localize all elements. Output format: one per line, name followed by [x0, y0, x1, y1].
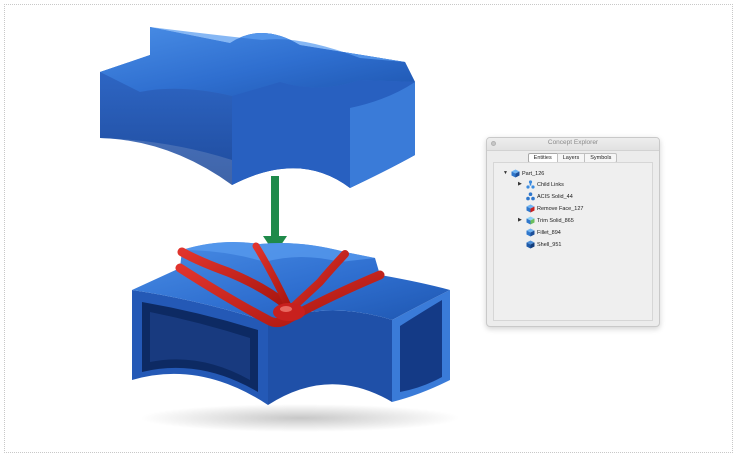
child-links-icon: [526, 180, 535, 189]
shell-icon: [526, 240, 535, 249]
tree-item-shell[interactable]: Shell_951: [494, 240, 652, 250]
disclosure-triangle-expanded-icon[interactable]: ▼: [503, 170, 508, 176]
tree-item-fillet[interactable]: Fillet_894: [494, 228, 652, 238]
tree-item-label: ACIS Solid_44: [537, 194, 573, 200]
window-titlebar[interactable]: Concept Explorer: [487, 138, 659, 151]
model-shadow: [140, 404, 460, 432]
direction-arrow-icon: [263, 176, 287, 254]
entity-tree-panel: ▼ Part_126 ▶ Child Links ACIS Solid_44 R…: [493, 162, 653, 321]
fillet-icon: [526, 228, 535, 237]
tree-item-label: Part_126: [522, 171, 545, 177]
tree-item-part[interactable]: ▼ Part_126: [494, 169, 652, 179]
remove-face-icon: [526, 204, 535, 213]
part-icon: [511, 169, 520, 178]
disclosure-triangle-collapsed-icon[interactable]: ▶: [518, 217, 522, 223]
tree-item-label: Child Links: [537, 182, 564, 188]
result-solid[interactable]: [132, 242, 450, 405]
concept-explorer-window[interactable]: Concept Explorer Entities Layers Symbols ▼…: [486, 137, 660, 327]
tree-item-label: Fillet_894: [537, 230, 561, 236]
tree-item-remove-face[interactable]: Remove Face_127: [494, 204, 652, 214]
source-solid[interactable]: [100, 27, 415, 188]
disclosure-triangle-collapsed-icon[interactable]: ▶: [518, 181, 522, 187]
window-title: Concept Explorer: [547, 139, 599, 146]
tree-item-trim-solid[interactable]: ▶ Trim Solid_865: [494, 216, 652, 226]
tree-item-label: Remove Face_127: [537, 206, 584, 212]
tree-item-label: Shell_951: [537, 242, 562, 248]
tree-item-acis-solid[interactable]: ACIS Solid_44: [494, 192, 652, 202]
tree-item-label: Trim Solid_865: [537, 218, 574, 224]
tree-item-child-links[interactable]: ▶ Child Links: [494, 180, 652, 190]
acis-solid-icon: [526, 192, 535, 201]
trim-solid-icon: [526, 216, 535, 225]
